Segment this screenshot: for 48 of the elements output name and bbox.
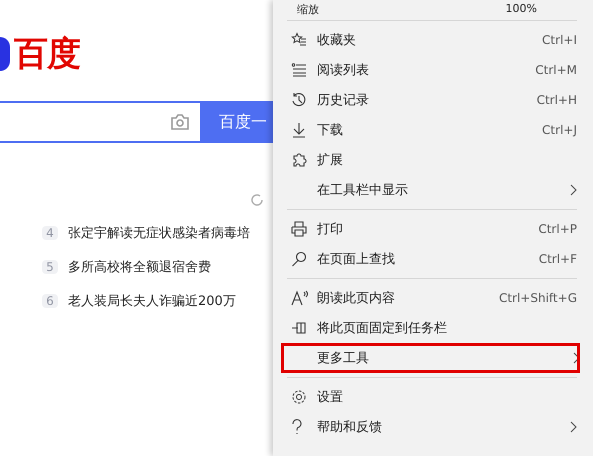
chevron-right-icon	[570, 421, 577, 433]
list-icon	[291, 62, 307, 78]
menu-item[interactable]: 帮助和反馈	[273, 412, 577, 442]
rank-number: 5	[42, 260, 58, 274]
puzzle-icon	[291, 152, 307, 168]
settings-icon	[291, 389, 307, 405]
menu-item[interactable]: 打印 Ctrl+P	[273, 214, 577, 244]
chevron-right-icon	[570, 184, 577, 196]
paw-logo-icon	[0, 37, 10, 71]
help-icon	[291, 419, 303, 435]
shortcut-text: Ctrl+F	[538, 252, 577, 266]
zoom-label: 缩放	[297, 2, 319, 16]
printer-icon	[291, 221, 307, 237]
hot-news-link[interactable]: 张定宇解读无症状感染者病毒培	[68, 224, 250, 242]
rank-number: 4	[42, 226, 58, 240]
menu-item[interactable]: 设置	[273, 382, 577, 412]
camera-icon[interactable]	[170, 113, 190, 131]
read-aloud-icon	[291, 290, 309, 306]
menu-item[interactable]: 更多工具	[281, 343, 580, 373]
shortcut-text: Ctrl+M	[535, 63, 577, 77]
search-icon	[291, 251, 307, 267]
rank-number: 6	[42, 294, 58, 308]
menu-item[interactable]: 收藏夹 Ctrl+I	[273, 25, 577, 55]
pin-icon	[291, 320, 307, 336]
search-button[interactable]: 百度一	[200, 101, 273, 143]
shortcut-text: Ctrl+Shift+G	[498, 291, 577, 305]
hot-news-link[interactable]: 老人装局长夫人诈骗近200万	[68, 292, 236, 310]
refresh-icon[interactable]	[250, 193, 264, 207]
menu-item[interactable]: 阅读列表 Ctrl+M	[273, 55, 577, 85]
menu-item[interactable]: 朗读此页内容 Ctrl+Shift+G	[273, 283, 577, 313]
shortcut-text: Ctrl+H	[536, 93, 577, 107]
menu-item[interactable]: 历史记录 Ctrl+H	[273, 85, 577, 115]
menu-item[interactable]: 将此页面固定到任务栏	[273, 313, 577, 343]
shortcut-text: Ctrl+J	[542, 123, 577, 137]
menu-item[interactable]: 下载 Ctrl+J	[273, 115, 577, 145]
history-icon	[291, 92, 307, 108]
star-icon	[291, 32, 307, 48]
logo-text: 百度	[14, 37, 80, 71]
menu-item[interactable]: 在页面上查找 Ctrl+F	[273, 244, 577, 274]
menu-item[interactable]: 在工具栏中显示	[273, 175, 577, 205]
chevron-right-icon	[573, 352, 580, 364]
menu-item[interactable]: 扩展	[273, 145, 577, 175]
shortcut-text: Ctrl+P	[538, 222, 577, 236]
search-field[interactable]	[0, 101, 200, 143]
hot-news-link[interactable]: 多所高校将全额退宿舍费	[68, 258, 211, 276]
download-icon	[291, 122, 307, 138]
zoom-value: 100%	[506, 2, 537, 16]
shortcut-text: Ctrl+I	[542, 33, 577, 47]
